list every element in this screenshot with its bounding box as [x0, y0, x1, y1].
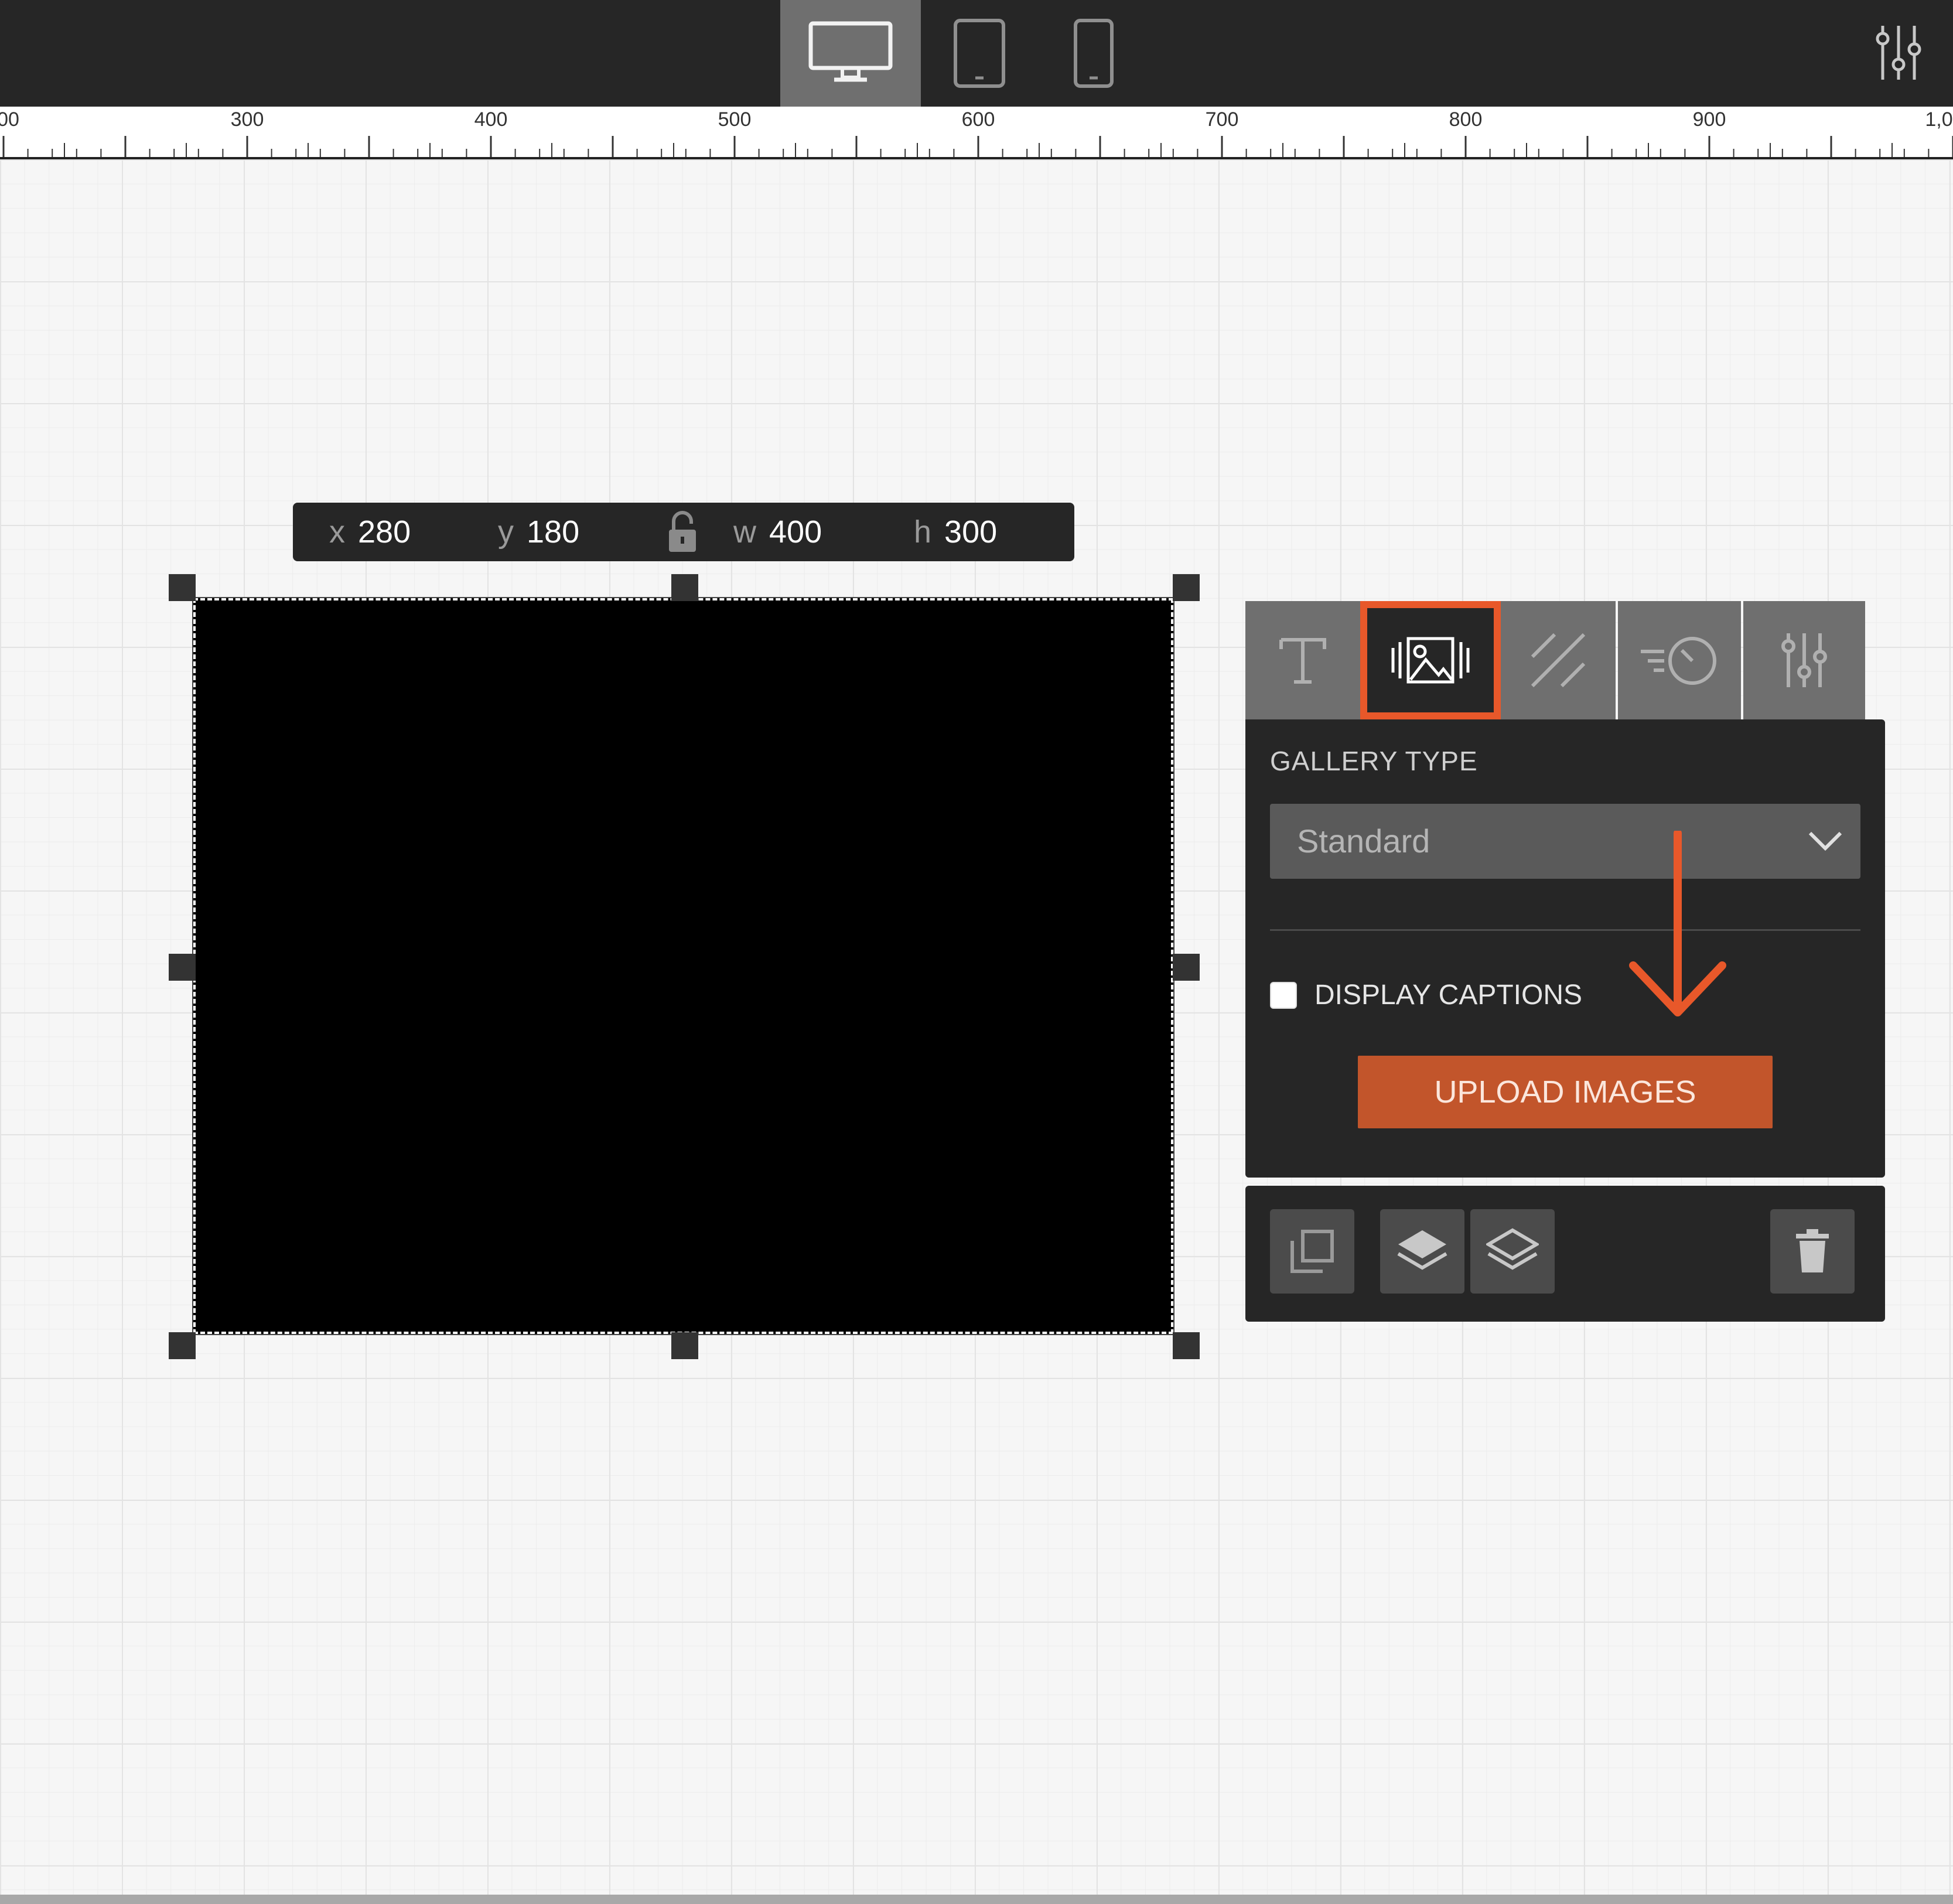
background-tab[interactable]: [1501, 601, 1616, 719]
sliders-icon: [1781, 633, 1827, 687]
y-value: 180: [527, 514, 580, 550]
animation-tab[interactable]: [1618, 601, 1741, 719]
text-tab[interactable]: [1245, 601, 1360, 719]
phone-icon: [1074, 19, 1114, 88]
delete-button[interactable]: [1770, 1209, 1855, 1294]
trash-icon: [1796, 1229, 1829, 1272]
desktop-icon: [808, 21, 893, 82]
duplicate-icon: [1290, 1230, 1334, 1273]
horizontal-scrollbar[interactable]: [0, 1895, 1953, 1904]
timer-motion-icon: [1641, 637, 1716, 685]
h-field[interactable]: h 300: [914, 503, 997, 561]
x-value: 280: [358, 514, 411, 550]
gallery-settings-panel: GALLERY TYPE Standard DISPLAY CAPTIONS U…: [1245, 719, 1885, 1178]
tablet-icon: [954, 19, 1005, 88]
gallery-type-label: GALLERY TYPE: [1270, 746, 1478, 776]
phone-view-button[interactable]: [1038, 0, 1149, 107]
position-size-bar: x 280 y 180 w 400 h 300: [293, 503, 1074, 561]
w-field[interactable]: w 400: [733, 503, 822, 561]
resize-handle-top[interactable]: [671, 574, 698, 601]
resize-handle-left[interactable]: [169, 954, 196, 981]
panel-divider: [1270, 929, 1860, 931]
h-label: h: [914, 514, 932, 550]
annotation-arrow-down-icon: [1629, 831, 1726, 1016]
gallery-image-icon: [1391, 637, 1470, 684]
settings-button[interactable]: [1872, 23, 1925, 82]
upload-images-button[interactable]: UPLOAD IMAGES: [1358, 1056, 1773, 1128]
gallery-type-value: Standard: [1297, 823, 1430, 859]
bring-forward-button[interactable]: [1380, 1209, 1464, 1294]
resize-handle-bottom[interactable]: [671, 1332, 698, 1359]
resize-handle-bottom-left[interactable]: [169, 1332, 196, 1359]
x-label: x: [329, 514, 345, 550]
layer-down-icon: [1486, 1228, 1539, 1270]
gallery-tab[interactable]: [1360, 601, 1501, 719]
send-backward-button[interactable]: [1470, 1209, 1555, 1294]
duplicate-button[interactable]: [1270, 1209, 1354, 1294]
text-T-icon: [1279, 638, 1326, 684]
display-captions-label: DISPLAY CAPTIONS: [1314, 980, 1583, 1011]
tablet-view-button[interactable]: [921, 0, 1038, 107]
w-label: w: [733, 514, 756, 550]
horizontal-ruler: 00 300 400 500 600 700 800 900 1,0: [0, 107, 1953, 159]
chevron-down-icon: [1808, 831, 1842, 851]
unlocked-padlock-icon: [669, 511, 696, 552]
ruler-ticks: [2, 136, 1953, 157]
w-value: 400: [769, 514, 822, 550]
desktop-view-button[interactable]: [780, 0, 921, 107]
selected-gallery-element[interactable]: [192, 597, 1174, 1335]
settings-tab[interactable]: [1743, 601, 1865, 719]
h-value: 300: [944, 514, 998, 550]
layer-up-icon: [1397, 1230, 1447, 1270]
y-field[interactable]: y 180: [498, 503, 579, 561]
aspect-lock-button[interactable]: [668, 511, 697, 561]
resize-handle-top-left[interactable]: [169, 574, 196, 601]
top-toolbar: [0, 0, 1953, 107]
x-field[interactable]: x 280: [329, 503, 411, 561]
y-label: y: [498, 514, 514, 550]
sliders-icon: [1876, 26, 1921, 80]
gallery-type-select[interactable]: Standard: [1270, 804, 1860, 879]
resize-handle-bottom-right[interactable]: [1173, 1332, 1200, 1359]
display-captions-checkbox[interactable]: [1270, 982, 1297, 1009]
resize-handle-right[interactable]: [1173, 954, 1200, 981]
diagonal-lines-icon: [1531, 633, 1586, 688]
element-actions-bar: [1245, 1186, 1885, 1322]
resize-handle-top-right[interactable]: [1173, 574, 1200, 601]
